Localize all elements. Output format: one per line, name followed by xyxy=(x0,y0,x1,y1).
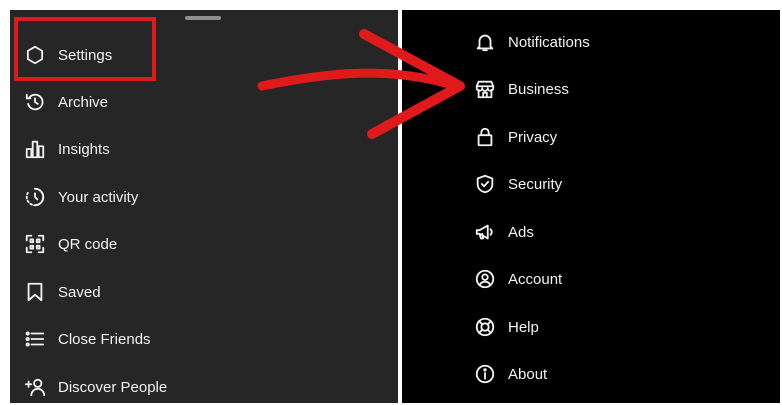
megaphone-icon xyxy=(472,219,498,245)
settings-item-security[interactable]: Security xyxy=(472,166,562,202)
menu-item-label: Your activity xyxy=(58,188,139,206)
lifebuoy-icon xyxy=(472,314,498,340)
menu-item-label: Ads xyxy=(508,223,534,241)
bookmark-icon xyxy=(22,279,48,305)
shield-check-icon xyxy=(472,171,498,197)
menu-item-close-friends[interactable]: Close Friends xyxy=(22,321,151,357)
settings-panel: Notifications Business Privacy Security … xyxy=(402,10,780,403)
settings-item-account[interactable]: Account xyxy=(472,261,562,297)
settings-item-business[interactable]: Business xyxy=(472,71,569,107)
settings-item-help[interactable]: Help xyxy=(472,309,539,345)
profile-menu-panel: Settings Archive Insights Your activity … xyxy=(10,10,398,403)
menu-item-label: Help xyxy=(508,318,539,336)
bell-icon xyxy=(472,29,498,55)
menu-item-label: Notifications xyxy=(508,33,590,51)
insights-icon xyxy=(22,136,48,162)
settings-icon xyxy=(22,42,48,68)
menu-item-label: QR code xyxy=(58,235,118,253)
drag-handle[interactable] xyxy=(185,16,221,20)
list-icon xyxy=(22,326,48,352)
menu-item-insights[interactable]: Insights xyxy=(22,131,110,167)
menu-item-archive[interactable]: Archive xyxy=(22,84,108,120)
menu-item-label: Close Friends xyxy=(58,330,151,348)
menu-item-label: Business xyxy=(508,80,569,98)
your-activity-icon xyxy=(22,184,48,210)
menu-item-your-activity[interactable]: Your activity xyxy=(22,179,138,215)
menu-item-label: Account xyxy=(508,270,563,288)
menu-item-label: About xyxy=(508,365,548,383)
storefront-icon xyxy=(472,76,498,102)
menu-item-discover-people[interactable]: Discover People xyxy=(22,369,167,405)
menu-item-label: Settings xyxy=(58,46,113,64)
menu-item-label: Insights xyxy=(58,140,110,158)
info-icon xyxy=(472,361,498,387)
menu-item-qr-code[interactable]: QR code xyxy=(22,226,117,262)
settings-item-about[interactable]: About xyxy=(472,356,547,392)
menu-item-label: Archive xyxy=(58,93,109,111)
menu-item-label: Security xyxy=(508,175,563,193)
lock-icon xyxy=(472,124,498,150)
archive-icon xyxy=(22,89,48,115)
add-person-icon xyxy=(22,374,48,400)
settings-item-notifications[interactable]: Notifications xyxy=(472,24,590,60)
menu-item-label: Privacy xyxy=(508,128,558,146)
menu-item-settings[interactable]: Settings xyxy=(22,37,112,73)
settings-item-ads[interactable]: Ads xyxy=(472,214,534,250)
qr-code-icon xyxy=(22,231,48,257)
account-circle-icon xyxy=(472,266,498,292)
menu-item-saved[interactable]: Saved xyxy=(22,274,101,310)
settings-item-privacy[interactable]: Privacy xyxy=(472,119,557,155)
menu-item-label: Saved xyxy=(58,283,101,301)
menu-item-label: Discover People xyxy=(58,378,168,396)
